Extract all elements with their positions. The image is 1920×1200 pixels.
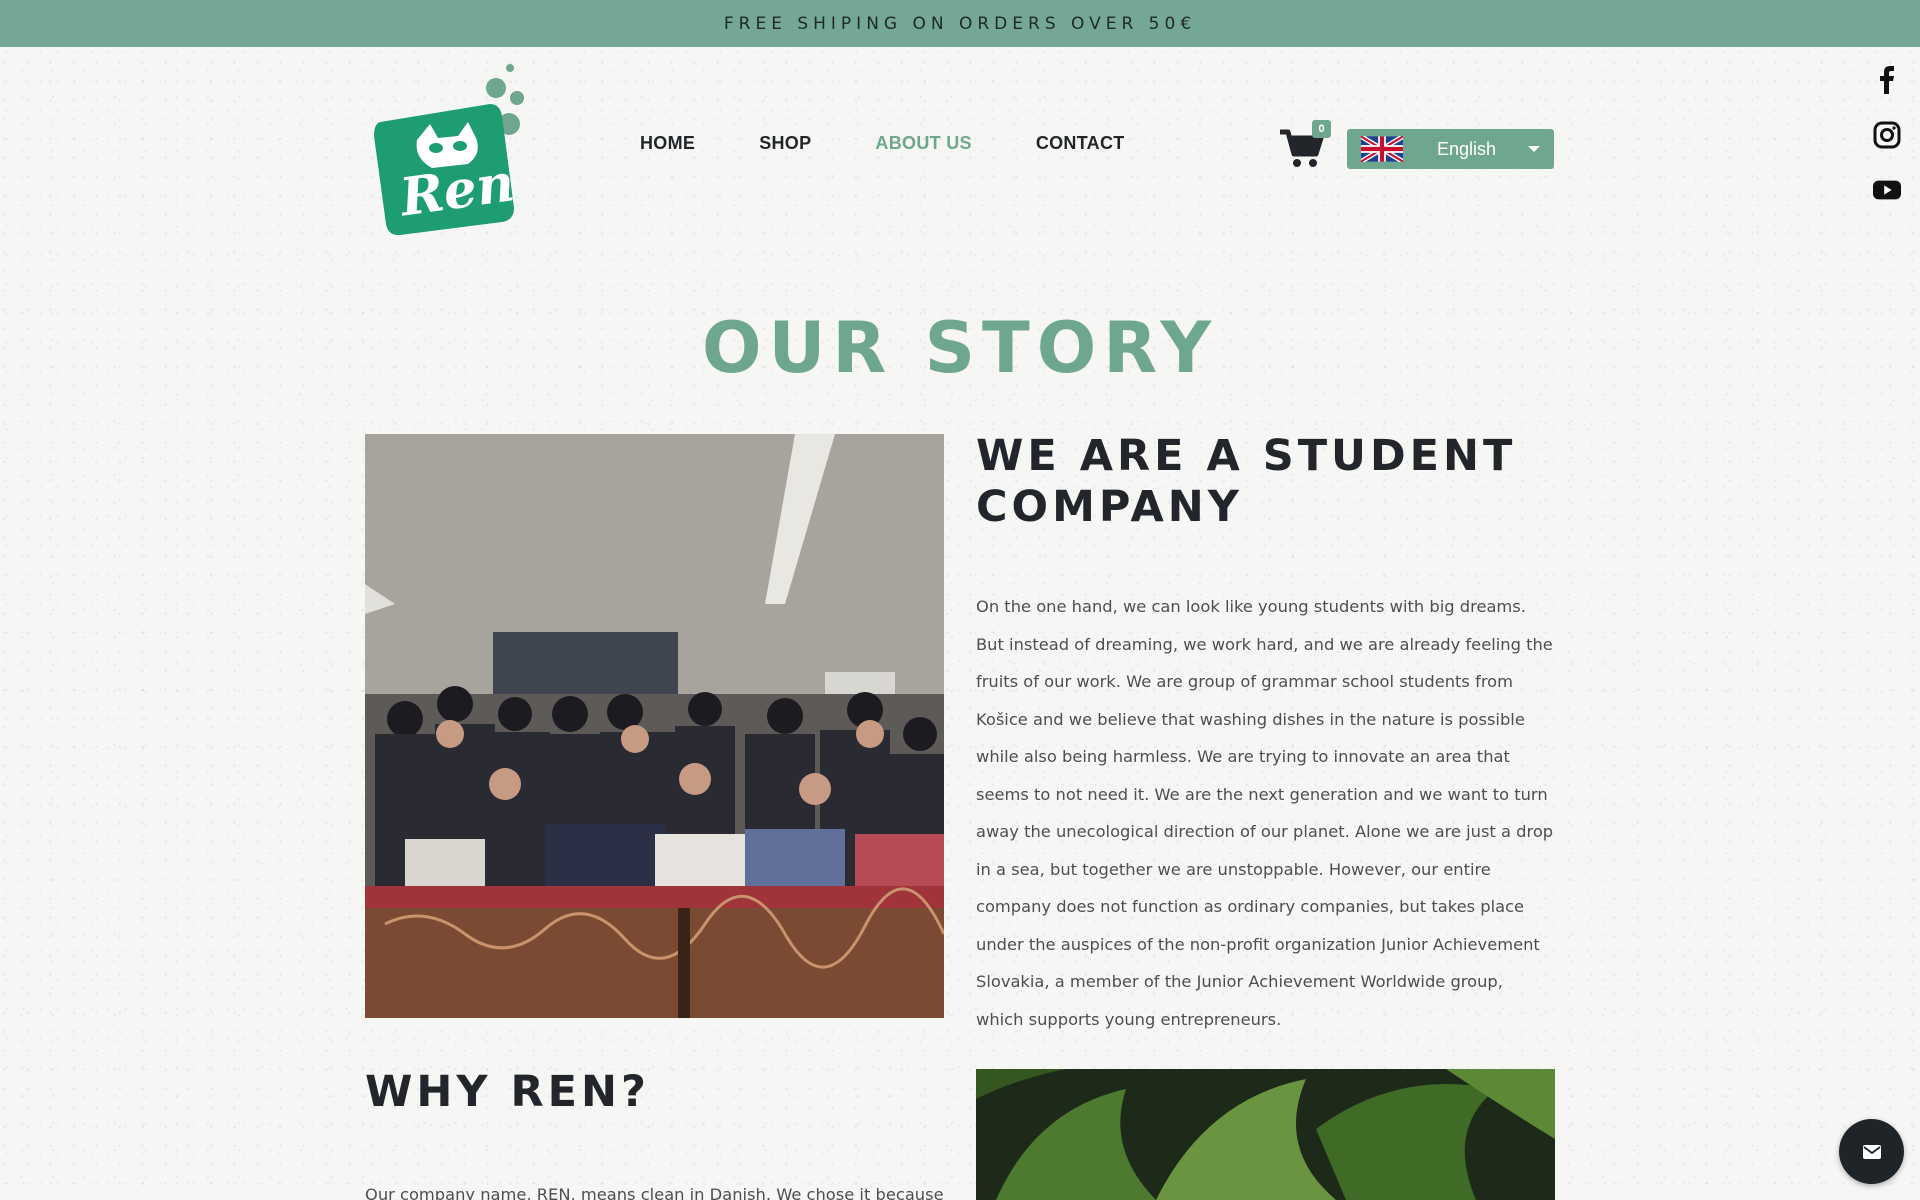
language-select[interactable]: English (1347, 129, 1554, 169)
envelope-icon (1862, 1144, 1881, 1159)
language-label: English (1437, 138, 1497, 159)
student-company-text: On the one hand, we can look like young … (976, 597, 1554, 1029)
cart-count-badge: 0 (1312, 120, 1331, 138)
nav-about-us[interactable]: ABOUT US (875, 133, 971, 163)
why-ren-heading: WHY REN? (365, 1067, 650, 1117)
social-links (1873, 66, 1901, 204)
instagram-icon[interactable] (1873, 121, 1901, 149)
nav-home[interactable]: HOME (640, 133, 695, 163)
team-photo (365, 434, 944, 1018)
message-chat-button[interactable] (1839, 1119, 1904, 1184)
student-company-heading: WE ARE A STUDENT COMPANY (976, 431, 1517, 532)
page-title: OUR STORY (701, 307, 1219, 389)
facebook-icon[interactable] (1873, 66, 1901, 94)
leaves-photo (976, 1069, 1555, 1200)
shipping-banner: FREE SHIPING ON ORDERS OVER 50€ (0, 0, 1920, 47)
shipping-banner-text: FREE SHIPING ON ORDERS OVER 50€ (723, 13, 1197, 34)
site-logo[interactable]: Ren (372, 60, 532, 236)
nav-contact[interactable]: CONTACT (1036, 133, 1125, 163)
why-ren-text: Our company name, REN, means clean in Da… (365, 1185, 945, 1200)
uk-flag-icon (1361, 136, 1403, 162)
youtube-icon[interactable] (1873, 176, 1901, 204)
nav-shop[interactable]: SHOP (759, 133, 811, 163)
raccoon-logo-icon: Ren (374, 64, 524, 236)
main-nav: HOME SHOP ABOUT US CONTACT (640, 133, 1189, 163)
chevron-down-icon (1528, 146, 1540, 152)
